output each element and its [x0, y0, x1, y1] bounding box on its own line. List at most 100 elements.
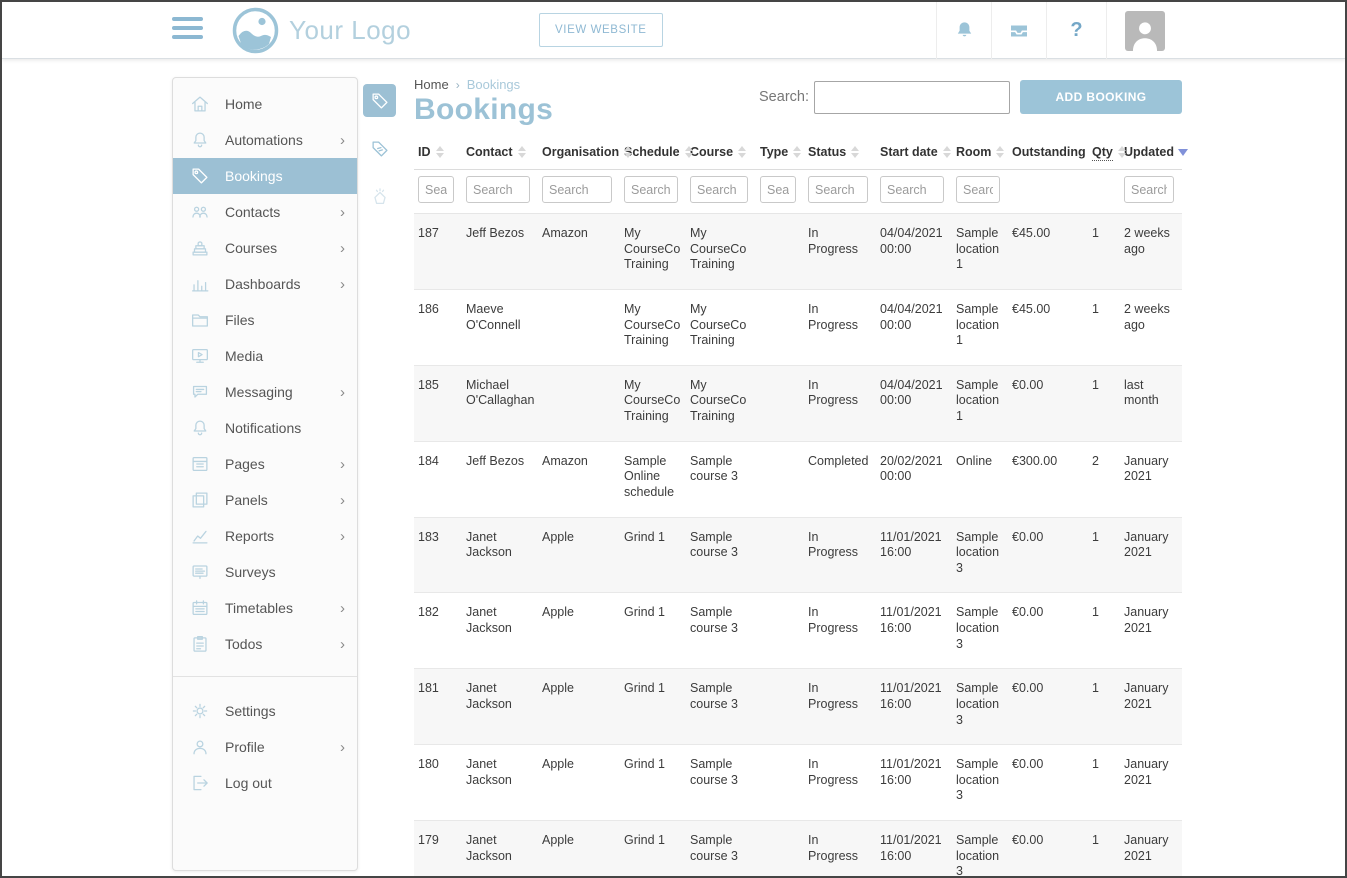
- cell-start-date: 11/01/2021 16:00: [876, 745, 952, 821]
- sidebar-item-reports[interactable]: Reports›: [173, 518, 357, 554]
- column-search-room[interactable]: [956, 176, 1000, 203]
- column-search-contact[interactable]: [466, 176, 530, 203]
- sidebar-item-bookings[interactable]: Bookings: [173, 158, 357, 194]
- sidebar-item-contacts[interactable]: Contacts›: [173, 194, 357, 230]
- breadcrumb-home[interactable]: Home: [414, 77, 449, 92]
- bell-icon: [953, 19, 976, 42]
- app-header: Your Logo VIEW WEBSITE: [2, 2, 1345, 59]
- column-search-type[interactable]: [760, 176, 796, 203]
- column-label: Status: [808, 145, 846, 159]
- sort-icon: [685, 146, 693, 158]
- sidebar-item-label: Media: [225, 348, 345, 364]
- table-row[interactable]: 182Janet JacksonAppleGrind 1Sample cours…: [414, 593, 1182, 669]
- messaging-icon: [189, 381, 211, 403]
- column-search-id[interactable]: [418, 176, 454, 203]
- column-header-status[interactable]: Status: [804, 137, 876, 170]
- column-search-start-date[interactable]: [880, 176, 944, 203]
- sort-up-icon: [436, 146, 444, 151]
- menu-icon[interactable]: [172, 17, 203, 44]
- cell-qty: 1: [1088, 669, 1120, 745]
- notifications-button[interactable]: [936, 2, 991, 59]
- cell-organisation: Amazon: [538, 441, 620, 517]
- search-cell-status: [804, 170, 876, 214]
- sidebar-item-messaging[interactable]: Messaging›: [173, 374, 357, 410]
- sidebar-item-pages[interactable]: Pages›: [173, 446, 357, 482]
- sidebar-item-media[interactable]: Media: [173, 338, 357, 374]
- cell-organisation: Apple: [538, 745, 620, 821]
- sidebar-item-label: Profile: [225, 739, 340, 755]
- quick-toolbar: [363, 84, 397, 228]
- sidebar-item-files[interactable]: Files: [173, 302, 357, 338]
- table-row[interactable]: 181Janet JacksonAppleGrind 1Sample cours…: [414, 669, 1182, 745]
- panels-icon: [189, 489, 211, 511]
- cell-id: 181: [414, 669, 462, 745]
- column-search-course[interactable]: [690, 176, 748, 203]
- sidebar-item-panels[interactable]: Panels›: [173, 482, 357, 518]
- avatar[interactable]: [1125, 11, 1165, 51]
- table-row[interactable]: 184Jeff BezosAmazonSample Online schedul…: [414, 441, 1182, 517]
- help-button[interactable]: ?: [1046, 2, 1106, 59]
- table-row[interactable]: 179Janet JacksonAppleGrind 1Sample cours…: [414, 821, 1182, 878]
- sort-up-icon: [851, 146, 859, 151]
- table-row[interactable]: 185Michael O'CallaghanMy CourseCo Traini…: [414, 365, 1182, 441]
- inbox-button[interactable]: [991, 2, 1046, 59]
- column-header-organisation[interactable]: Organisation: [538, 137, 620, 170]
- cell-qty: 1: [1088, 821, 1120, 878]
- search-input[interactable]: [814, 81, 1010, 114]
- quick-toolbar-button[interactable]: [363, 180, 396, 213]
- cell-contact: Michael O'Callaghan: [462, 365, 538, 441]
- column-header-qty[interactable]: Qty: [1088, 137, 1120, 170]
- sidebar-item-profile[interactable]: Profile›: [173, 729, 357, 765]
- column-header-course[interactable]: Course: [686, 137, 756, 170]
- table-row[interactable]: 183Janet JacksonAppleGrind 1Sample cours…: [414, 517, 1182, 593]
- sidebar-item-settings[interactable]: Settings: [173, 693, 357, 729]
- sidebar-item-home[interactable]: Home: [173, 86, 357, 122]
- cell-start-date: 04/04/2021 00:00: [876, 214, 952, 290]
- cell-room: Sample location 3: [952, 517, 1008, 593]
- cell-room: Sample location 3: [952, 669, 1008, 745]
- cell-outstanding: €300.00: [1008, 441, 1088, 517]
- sidebar-item-log-out[interactable]: Log out: [173, 765, 357, 801]
- view-website-button[interactable]: VIEW WEBSITE: [539, 13, 663, 47]
- column-search-organisation[interactable]: [542, 176, 612, 203]
- column-search-schedule[interactable]: [624, 176, 678, 203]
- cell-qty: 1: [1088, 745, 1120, 821]
- column-label: Start date: [880, 145, 938, 159]
- chevron-right-icon: ›: [340, 528, 345, 545]
- cell-updated: January 2021: [1120, 441, 1182, 517]
- column-header-room[interactable]: Room: [952, 137, 1008, 170]
- quick-toolbar-button[interactable]: [363, 84, 396, 117]
- table-row[interactable]: 180Janet JacksonAppleGrind 1Sample cours…: [414, 745, 1182, 821]
- search-cell-start-date: [876, 170, 952, 214]
- column-header-id[interactable]: ID: [414, 137, 462, 170]
- sidebar-item-dashboards[interactable]: Dashboards›: [173, 266, 357, 302]
- quick-toolbar-button[interactable]: [363, 132, 396, 165]
- column-label: Schedule: [624, 145, 680, 159]
- bell-icon: [189, 417, 211, 439]
- column-header-contact[interactable]: Contact: [462, 137, 538, 170]
- column-header-start-date[interactable]: Start date: [876, 137, 952, 170]
- column-search-updated[interactable]: [1124, 176, 1174, 203]
- column-header-updated[interactable]: Updated: [1120, 137, 1182, 170]
- table-row[interactable]: 186Maeve O'ConnellMy CourseCo TrainingMy…: [414, 289, 1182, 365]
- column-header-type[interactable]: Type: [756, 137, 804, 170]
- sidebar-item-timetables[interactable]: Timetables›: [173, 590, 357, 626]
- cell-room: Sample location 3: [952, 745, 1008, 821]
- sidebar-item-todos[interactable]: Todos›: [173, 626, 357, 662]
- user-icon: [1128, 17, 1162, 51]
- cell-organisation: Apple: [538, 669, 620, 745]
- cell-type: [756, 669, 804, 745]
- column-label: Contact: [466, 145, 513, 159]
- add-booking-button[interactable]: ADD BOOKING: [1020, 80, 1182, 114]
- cell-status: In Progress: [804, 365, 876, 441]
- sidebar-item-automations[interactable]: Automations›: [173, 122, 357, 158]
- cell-type: [756, 441, 804, 517]
- sidebar-item-label: Notifications: [225, 420, 345, 436]
- column-search-status[interactable]: [808, 176, 868, 203]
- cell-id: 184: [414, 441, 462, 517]
- sidebar-item-notifications[interactable]: Notifications: [173, 410, 357, 446]
- chevron-right-icon: ›: [340, 636, 345, 653]
- table-row[interactable]: 187Jeff BezosAmazonMy CourseCo TrainingM…: [414, 214, 1182, 290]
- sidebar-item-courses[interactable]: Courses›: [173, 230, 357, 266]
- sidebar-item-surveys[interactable]: Surveys: [173, 554, 357, 590]
